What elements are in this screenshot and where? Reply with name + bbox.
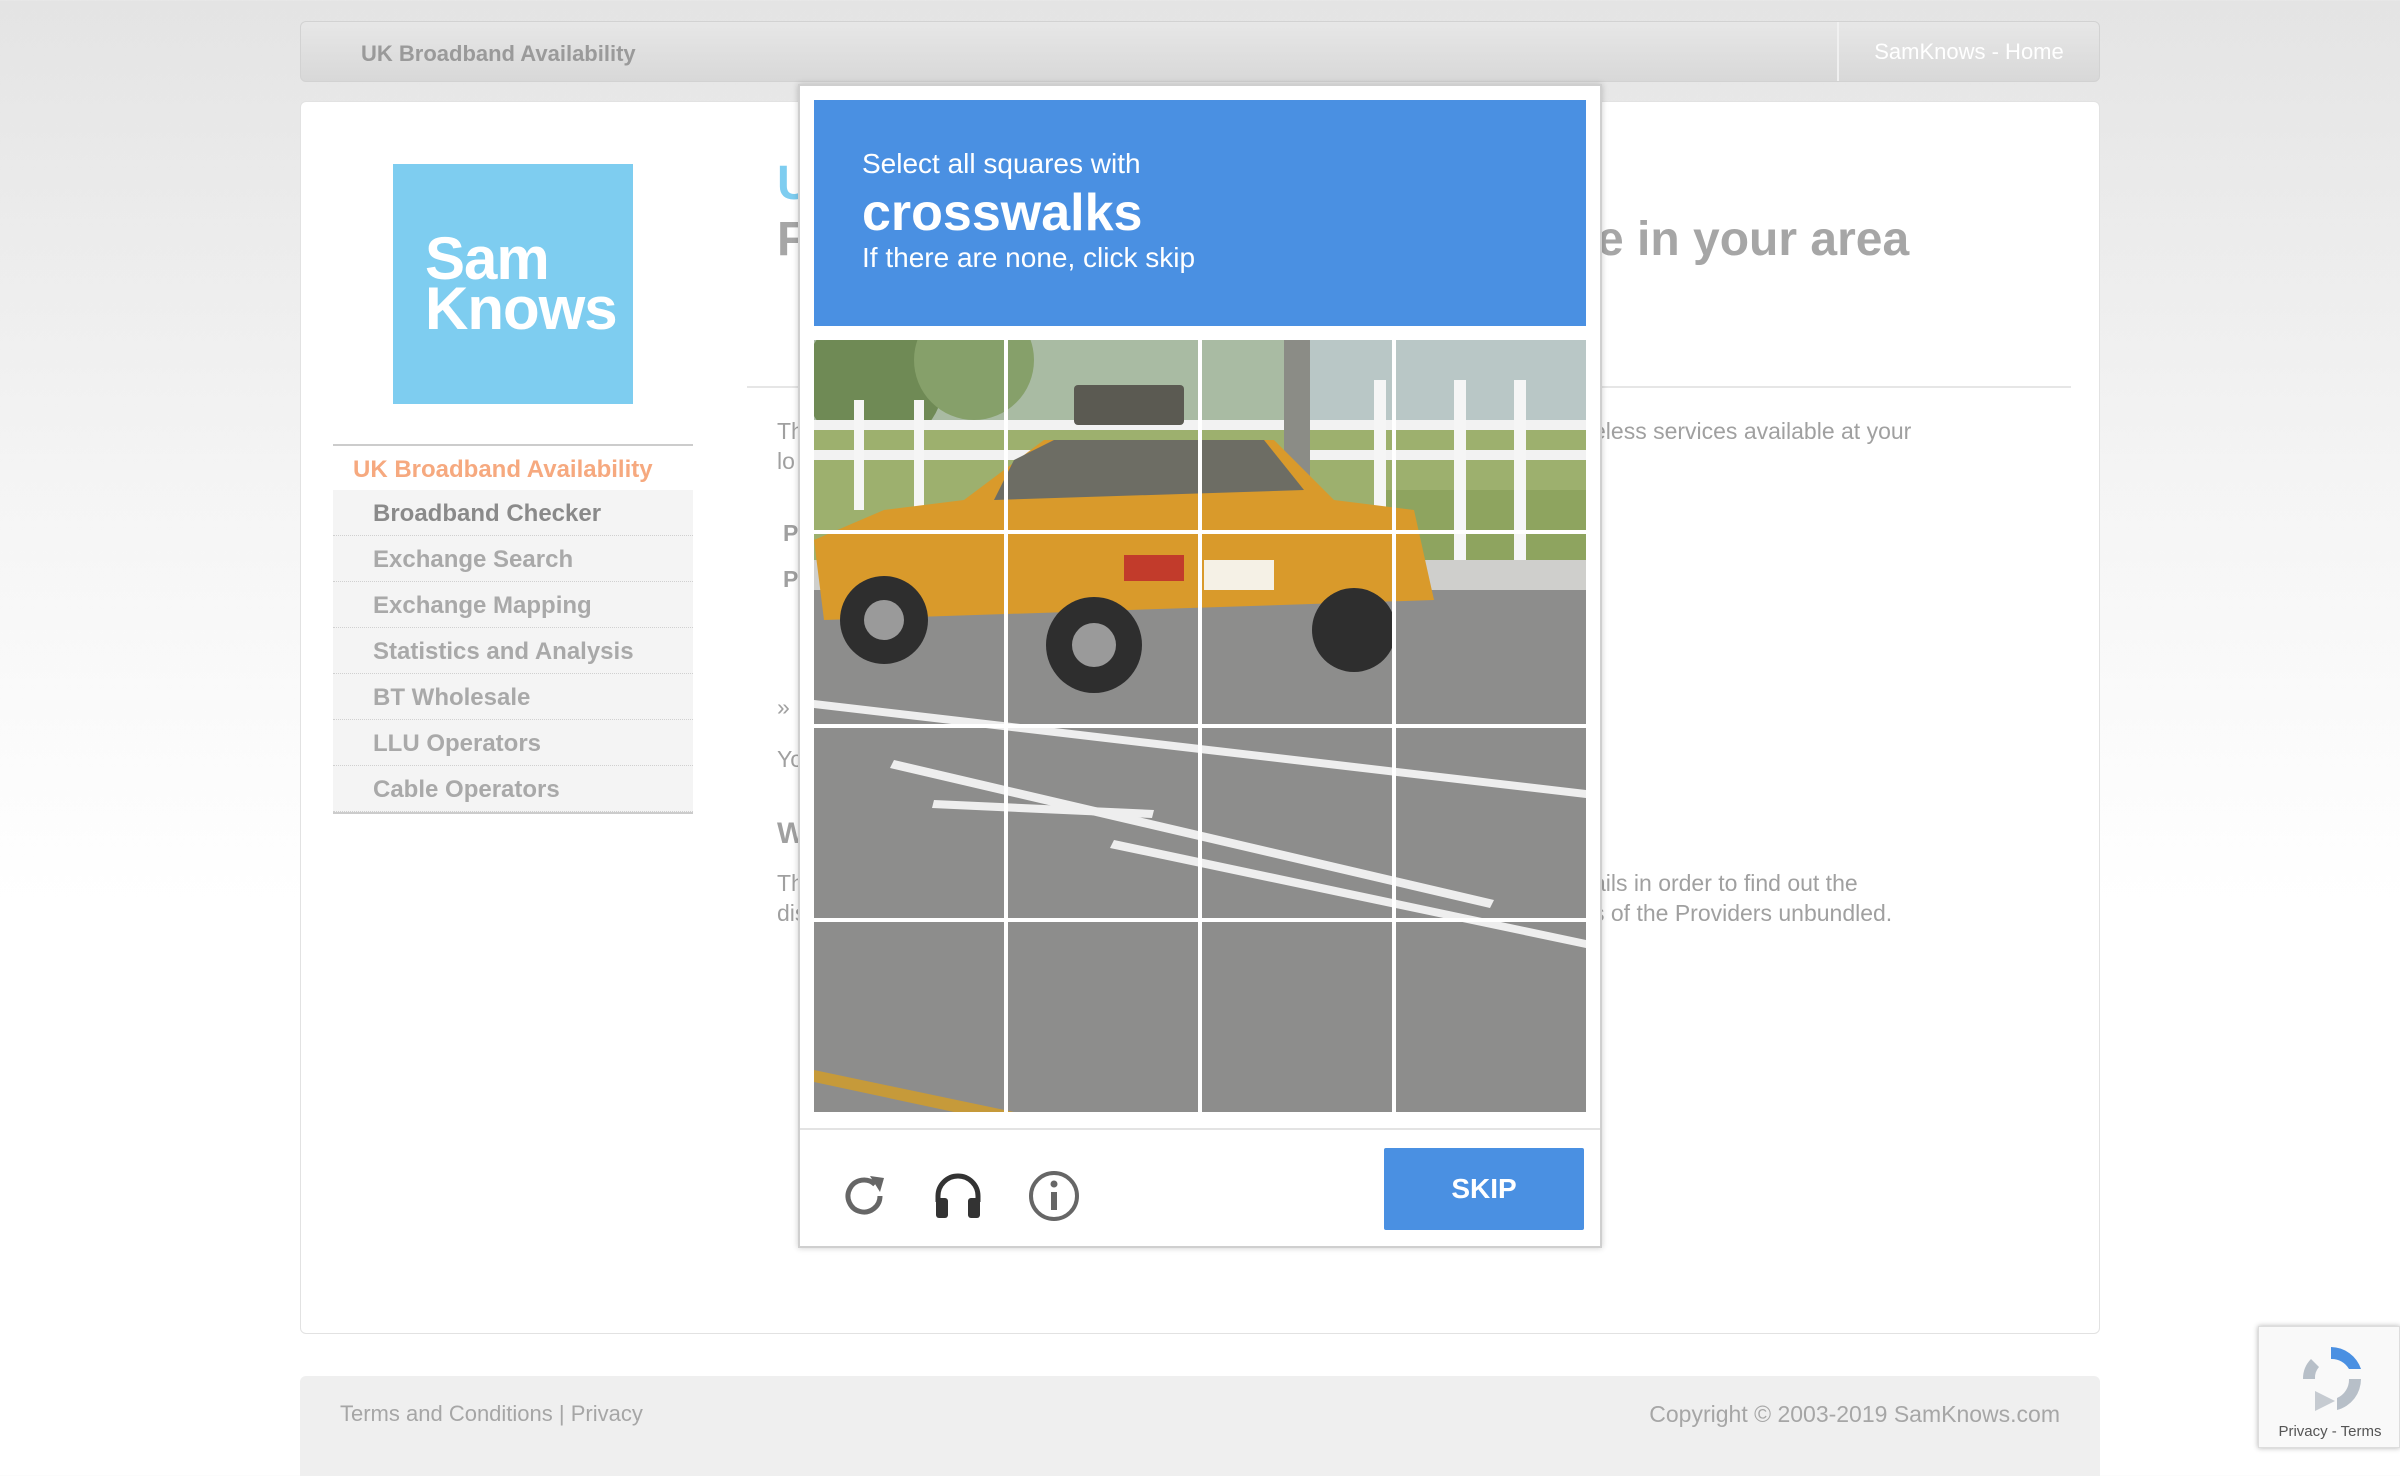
captcha-tile[interactable]: [1396, 922, 1586, 1112]
body-text-right-b: s of the Providers unbundled.: [1593, 900, 1893, 926]
captcha-tile[interactable]: [1202, 534, 1392, 724]
body-text-right-a: ails in order to find out the: [1593, 870, 1858, 896]
privacy-link[interactable]: Privacy: [571, 1401, 643, 1426]
captcha-tile[interactable]: [1396, 534, 1586, 724]
captcha-tile[interactable]: [1202, 340, 1392, 530]
captcha-footer: SKIP: [800, 1128, 1600, 1246]
captcha-target: crosswalks: [862, 184, 1143, 242]
captcha-tile[interactable]: [1008, 340, 1198, 530]
terms-link[interactable]: Terms and Conditions: [340, 1401, 553, 1426]
top-bar: UK Broadband Availability SamKnows - Hom…: [300, 21, 2100, 82]
samknows-logo[interactable]: Sam Knows: [393, 164, 633, 404]
captcha-instruction: Select all squares with: [862, 148, 1141, 179]
captcha-tile[interactable]: [814, 728, 1004, 918]
captcha-tile[interactable]: [814, 534, 1004, 724]
home-link[interactable]: SamKnows - Home: [1837, 22, 2099, 81]
info-icon[interactable]: [1026, 1168, 1082, 1224]
form-label-2: P: [783, 566, 799, 592]
sidebar-item-broadband-checker[interactable]: Broadband Checker: [333, 490, 693, 536]
captcha-dialog: Select all squares with crosswalks If th…: [798, 84, 1602, 1248]
sidebar-item-exchange-search[interactable]: Exchange Search: [333, 536, 693, 582]
skip-button[interactable]: SKIP: [1384, 1148, 1584, 1230]
sidebar-nav: UK Broadband Availability Broadband Chec…: [333, 444, 693, 814]
sidebar-item-exchange-mapping[interactable]: Exchange Mapping: [333, 582, 693, 628]
captcha-tile[interactable]: [1008, 922, 1198, 1112]
sidebar-heading[interactable]: UK Broadband Availability: [333, 444, 693, 490]
captcha-hint: If there are none, click skip: [862, 242, 1196, 273]
logo-line-2: Knows: [425, 275, 618, 342]
captcha-tile[interactable]: [1202, 922, 1392, 1112]
intro-text-right: eless services available at your: [1593, 418, 1912, 444]
captcha-tile[interactable]: [1008, 534, 1198, 724]
recaptcha-badge[interactable]: Privacy - Terms: [2258, 1326, 2400, 1448]
form-label-1: P: [783, 520, 799, 546]
captcha-tile[interactable]: [1008, 728, 1198, 918]
captcha-tile[interactable]: [814, 922, 1004, 1112]
recaptcha-logo-icon: [2302, 1347, 2361, 1411]
reload-icon[interactable]: [836, 1168, 892, 1224]
site-title: UK Broadband Availability: [361, 41, 636, 66]
footer-links: Terms and Conditions | Privacy: [340, 1401, 643, 1427]
footer: Terms and Conditions | Privacy Copyright…: [300, 1376, 2100, 1476]
copyright: Copyright © 2003-2019 SamKnows.com: [1649, 1401, 2060, 1427]
captcha-tile[interactable]: [1396, 340, 1586, 530]
sidebar-item-bt-wholesale[interactable]: BT Wholesale: [333, 674, 693, 720]
arrow-link[interactable]: »: [777, 692, 790, 723]
headphones-icon[interactable]: [930, 1168, 986, 1224]
intro-text-b: lo: [777, 448, 795, 474]
sidebar-item-cable-operators[interactable]: Cable Operators: [333, 766, 693, 812]
sidebar-item-statistics[interactable]: Statistics and Analysis: [333, 628, 693, 674]
recaptcha-links[interactable]: Privacy - Terms: [2259, 1423, 2400, 1440]
sidebar-divider: [333, 812, 693, 814]
page-title-right: e in your area: [1597, 213, 1910, 266]
captcha-tile[interactable]: [1202, 728, 1392, 918]
captcha-image-grid: [814, 340, 1586, 1112]
captcha-header: Select all squares with crosswalks If th…: [814, 100, 1586, 326]
sidebar-item-llu-operators[interactable]: LLU Operators: [333, 720, 693, 766]
captcha-tile[interactable]: [1396, 728, 1586, 918]
captcha-tile[interactable]: [814, 340, 1004, 530]
footer-separator: |: [558, 1401, 565, 1426]
